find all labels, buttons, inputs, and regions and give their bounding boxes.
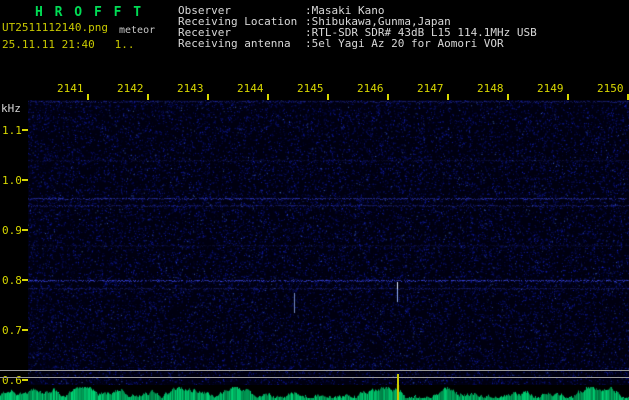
- freq-tick-label: 0.9: [2, 224, 22, 237]
- freq-unit-label: kHz: [1, 102, 21, 115]
- freq-tick-label: 0.8: [2, 274, 22, 287]
- time-tick-label: 2141: [57, 82, 84, 95]
- freq-tick-label: 1.0: [2, 174, 22, 187]
- station-info-row: Receiving antenna :5el Yagi Az 20 for Aom…: [178, 38, 537, 49]
- hrofft-window: H R O F F T UT2511112140.png meteor 25.1…: [0, 0, 629, 400]
- time-tick-label: 2143: [177, 82, 204, 95]
- time-tick-label: 2144: [237, 82, 264, 95]
- freq-tick-label: 0.7: [2, 324, 22, 337]
- time-tick-label: 2150: [597, 82, 624, 95]
- time-tick-label: 2142: [117, 82, 144, 95]
- time-tick-label: 2148: [477, 82, 504, 95]
- station-info-label: Receiving antenna: [178, 37, 291, 50]
- datetime-label: 25.11.11 21:40 1..: [2, 38, 135, 51]
- output-filename: UT2511112140.png: [2, 21, 108, 34]
- time-tick-label: 2147: [417, 82, 444, 95]
- level-graph-lower-line: [0, 377, 629, 378]
- signal-level-canvas: [0, 385, 629, 400]
- meteor-signal-spike: [397, 374, 399, 400]
- station-info-block: Observer:Masaki Kano Receiving Location:S…: [178, 5, 537, 49]
- time-tick-label: 2146: [357, 82, 384, 95]
- spectrogram-canvas: [28, 100, 629, 385]
- freq-tick-label: 1.1: [2, 124, 22, 137]
- time-tick-label: 2149: [537, 82, 564, 95]
- time-tick-label: 2145: [297, 82, 324, 95]
- app-title: H R O F F T: [35, 5, 144, 20]
- mode-label: meteor: [119, 25, 156, 36]
- station-info-value: :5el Yagi Az 20 for Aomori VOR: [305, 37, 504, 50]
- level-graph-upper-line: [0, 370, 629, 371]
